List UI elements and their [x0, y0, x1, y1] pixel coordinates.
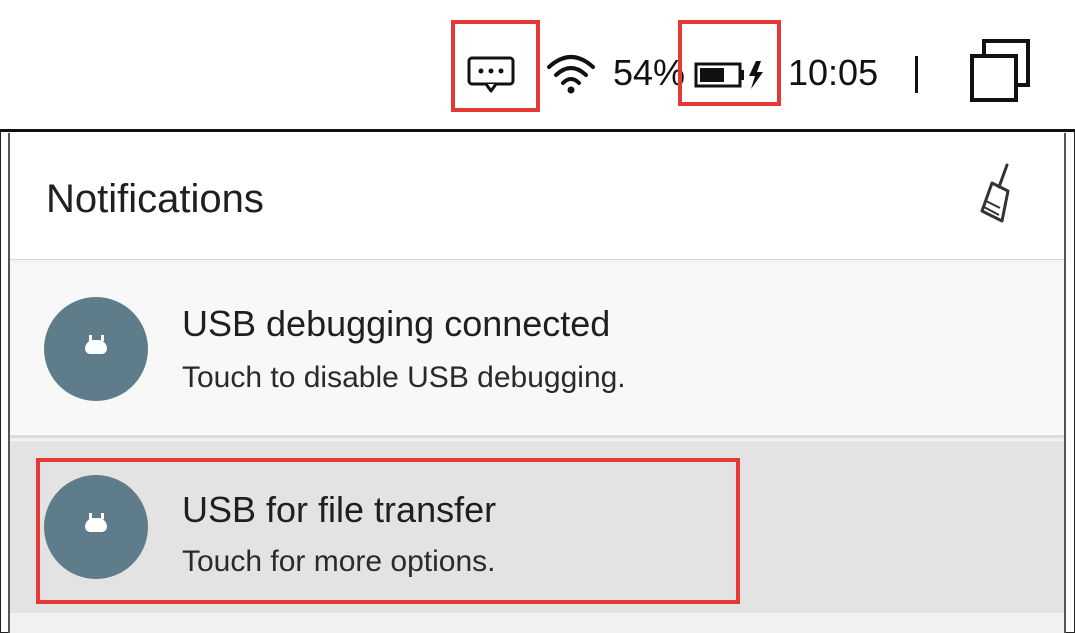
- notification-title: USB debugging connected: [182, 303, 611, 344]
- notification-usb-debugging[interactable]: USB debugging connected Touch to disable…: [10, 263, 1064, 436]
- highlight-file-transfer-notification: [36, 458, 740, 604]
- notification-text: Touch to disable USB debugging.: [182, 361, 626, 394]
- panel-bottom-strip: [10, 613, 1064, 633]
- highlight-battery-icon: [678, 20, 781, 106]
- status-divider: [915, 56, 918, 93]
- clock-time: 10:05: [788, 52, 879, 93]
- battery-percent: 54%: [613, 52, 686, 93]
- wifi-icon: [545, 52, 597, 94]
- broom-icon[interactable]: [974, 163, 1022, 227]
- panel-title: Notifications: [46, 177, 264, 221]
- android-icon: [44, 297, 148, 401]
- highlight-message-icon: [451, 20, 540, 112]
- panel-header: Notifications: [10, 133, 1064, 260]
- recent-apps-icon[interactable]: [968, 38, 1032, 104]
